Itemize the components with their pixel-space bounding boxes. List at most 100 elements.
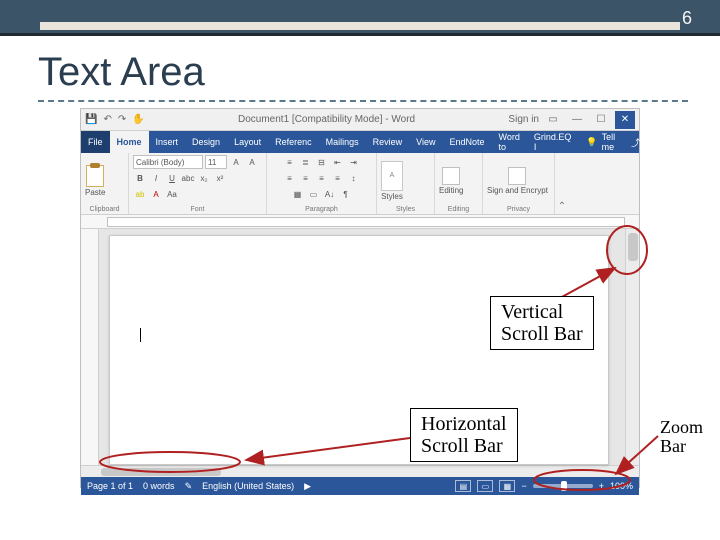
- shading-icon[interactable]: ▦: [291, 187, 305, 201]
- align-right-icon[interactable]: ≡: [315, 171, 329, 185]
- maximize-button[interactable]: ☐: [591, 111, 611, 129]
- redo-icon[interactable]: ↷: [118, 114, 126, 125]
- horizontal-scroll-row: [81, 465, 639, 477]
- italic-button[interactable]: I: [149, 171, 163, 185]
- read-mode-icon[interactable]: ▤: [455, 480, 471, 492]
- zoom-in-button[interactable]: +: [599, 481, 604, 491]
- sign-in-link[interactable]: Sign in: [508, 114, 539, 125]
- decrease-indent-icon[interactable]: ⇤: [331, 155, 345, 169]
- style-tile-icon: A: [381, 161, 403, 191]
- callout-zoom-bar: Zoom Bar: [660, 418, 703, 456]
- find-icon: [442, 167, 460, 185]
- tab-view[interactable]: View: [409, 131, 442, 153]
- group-editing: Editing Editing: [435, 153, 483, 214]
- group-clipboard: Paste Clipboard: [81, 153, 129, 214]
- print-layout-icon[interactable]: ▭: [477, 480, 493, 492]
- status-page[interactable]: Page 1 of 1: [87, 481, 133, 492]
- touch-mode-icon[interactable]: ✋: [132, 114, 144, 125]
- subscript-button[interactable]: x₂: [197, 171, 211, 185]
- paste-icon: [86, 165, 104, 187]
- tab-design[interactable]: Design: [185, 131, 227, 153]
- tell-me-search[interactable]: 💡 Tell me: [578, 131, 623, 153]
- group-privacy: Sign and Encrypt Privacy: [483, 153, 555, 214]
- paste-button[interactable]: Paste: [85, 165, 105, 197]
- lightbulb-icon: 💡: [586, 137, 597, 148]
- editing-label: Editing: [439, 186, 463, 195]
- tab-references[interactable]: Referenc: [268, 131, 319, 153]
- font-group-label: Font: [133, 206, 262, 213]
- bullets-icon[interactable]: ≡: [283, 155, 297, 169]
- line-spacing-icon[interactable]: ↕: [347, 171, 361, 185]
- font-size-select[interactable]: 11: [205, 155, 227, 169]
- vertical-scroll-thumb[interactable]: [628, 233, 638, 261]
- bold-button[interactable]: B: [133, 171, 147, 185]
- justify-icon[interactable]: ≡: [331, 171, 345, 185]
- tab-grindeq[interactable]: Grind.EQ I: [527, 131, 579, 153]
- font-name-select[interactable]: Calibri (Body): [133, 155, 203, 169]
- vertical-scrollbar[interactable]: [625, 229, 639, 465]
- show-marks-icon[interactable]: ¶: [339, 187, 353, 201]
- align-left-icon[interactable]: ≡: [283, 171, 297, 185]
- macro-icon[interactable]: ▶: [304, 481, 311, 492]
- minimize-button[interactable]: —: [567, 111, 587, 129]
- change-case-icon[interactable]: Aa: [165, 187, 179, 201]
- highlight-icon[interactable]: ab: [133, 187, 147, 201]
- callout-vertical-scroll: Vertical Scroll Bar: [490, 296, 594, 350]
- editing-button[interactable]: Editing: [439, 167, 463, 195]
- group-font: Calibri (Body) 11 A A B I U abc x₂ x² ab…: [129, 153, 267, 214]
- tab-review[interactable]: Review: [366, 131, 410, 153]
- styles-group-label: Styles: [381, 206, 430, 213]
- align-center-icon[interactable]: ≡: [299, 171, 313, 185]
- editing-group-label: Editing: [439, 206, 478, 213]
- tab-endnote[interactable]: EndNote: [443, 131, 492, 153]
- underline-button[interactable]: U: [165, 171, 179, 185]
- ribbon-tabs: File Home Insert Design Layout Referenc …: [81, 131, 639, 153]
- ribbon-options-icon[interactable]: ▭: [543, 111, 563, 129]
- multilevel-icon[interactable]: ⊟: [315, 155, 329, 169]
- sign-encrypt-button[interactable]: Sign and Encrypt: [487, 167, 548, 195]
- status-language[interactable]: English (United States): [202, 481, 294, 492]
- tab-mailings[interactable]: Mailings: [319, 131, 366, 153]
- share-icon: ⤴: [631, 136, 640, 149]
- clipboard-group-label: Clipboard: [85, 206, 124, 213]
- slide-title: Text Area: [38, 50, 205, 95]
- tab-layout[interactable]: Layout: [227, 131, 268, 153]
- save-icon[interactable]: 💾: [85, 114, 97, 125]
- group-paragraph: ≡ ≣ ⊟ ⇤ ⇥ ≡ ≡ ≡ ≡ ↕ ▦ ▭ A↓ ¶: [267, 153, 377, 214]
- vertical-ruler[interactable]: [81, 229, 99, 465]
- paragraph-group-label: Paragraph: [271, 206, 372, 213]
- tab-file[interactable]: File: [81, 131, 110, 153]
- zoom-percent[interactable]: 100%: [610, 481, 633, 491]
- horizontal-scrollbar[interactable]: [99, 466, 625, 477]
- increase-indent-icon[interactable]: ⇥: [347, 155, 361, 169]
- proofing-icon[interactable]: ✎: [185, 481, 193, 492]
- undo-icon[interactable]: ↶: [103, 114, 111, 125]
- superscript-button[interactable]: x²: [213, 171, 227, 185]
- zoom-slider[interactable]: [533, 484, 593, 488]
- shrink-font-icon[interactable]: A: [245, 155, 259, 169]
- grow-font-icon[interactable]: A: [229, 155, 243, 169]
- tell-me-label: Tell me: [602, 132, 616, 152]
- horizontal-ruler[interactable]: [81, 215, 639, 229]
- strike-button[interactable]: abc: [181, 171, 195, 185]
- horizontal-scroll-thumb[interactable]: [101, 468, 221, 476]
- lock-icon: [508, 167, 526, 185]
- zoom-out-button[interactable]: −: [521, 481, 526, 491]
- sort-icon[interactable]: A↓: [323, 187, 337, 201]
- web-layout-icon[interactable]: ▦: [499, 480, 515, 492]
- document-page[interactable]: [109, 235, 609, 465]
- status-words[interactable]: 0 words: [143, 481, 175, 492]
- styles-button[interactable]: A Styles: [381, 161, 403, 201]
- tab-insert[interactable]: Insert: [149, 131, 186, 153]
- borders-icon[interactable]: ▭: [307, 187, 321, 201]
- close-button[interactable]: ✕: [615, 111, 635, 129]
- paste-label: Paste: [85, 188, 105, 197]
- tab-home[interactable]: Home: [110, 131, 149, 153]
- collapse-ribbon-icon[interactable]: ⌃: [555, 201, 569, 214]
- share-button[interactable]: ⤴: [623, 131, 648, 153]
- privacy-group-label: Privacy: [487, 206, 550, 213]
- numbering-icon[interactable]: ≣: [299, 155, 313, 169]
- font-color-icon[interactable]: A: [149, 187, 163, 201]
- tab-wordto[interactable]: Word to: [492, 131, 527, 153]
- group-styles: A Styles Styles: [377, 153, 435, 214]
